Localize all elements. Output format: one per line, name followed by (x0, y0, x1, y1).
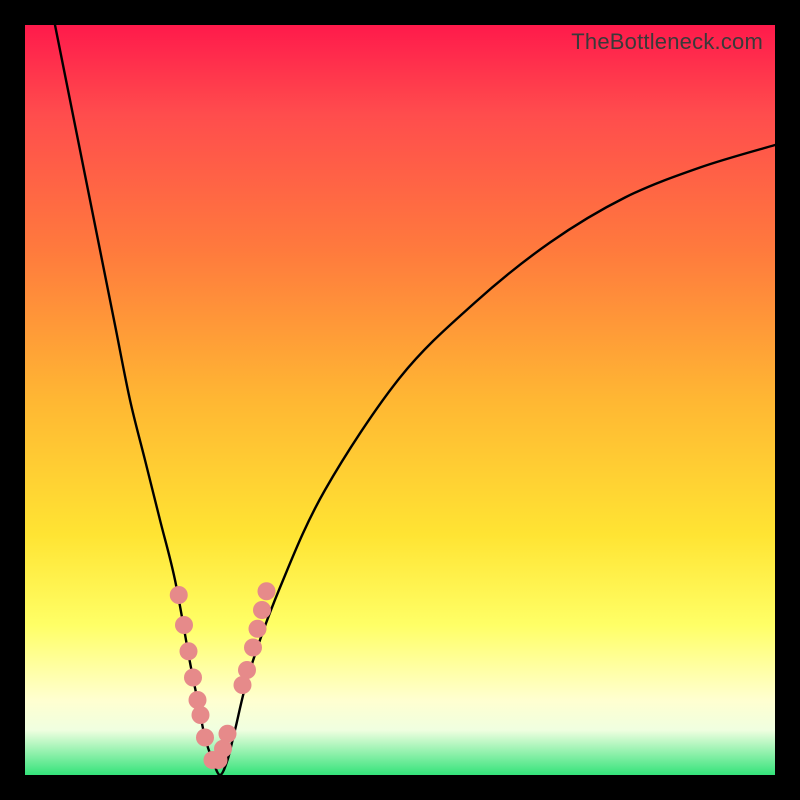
bottleneck-curve (55, 25, 775, 775)
pink-dot (184, 669, 202, 687)
chart-frame: TheBottleneck.com (0, 0, 800, 800)
pink-dot (175, 616, 193, 634)
pink-dot (170, 586, 188, 604)
pink-dot (238, 661, 256, 679)
pink-dot (258, 582, 276, 600)
pink-dot (253, 601, 271, 619)
pink-dot (196, 729, 214, 747)
plot-area: TheBottleneck.com (25, 25, 775, 775)
pink-dot (249, 620, 267, 638)
pink-dot (244, 639, 262, 657)
pink-dot (180, 642, 198, 660)
pink-dot (192, 706, 210, 724)
pink-dots-group (170, 582, 276, 769)
pink-dot (189, 691, 207, 709)
pink-dot (219, 725, 237, 743)
curve-layer (25, 25, 775, 775)
